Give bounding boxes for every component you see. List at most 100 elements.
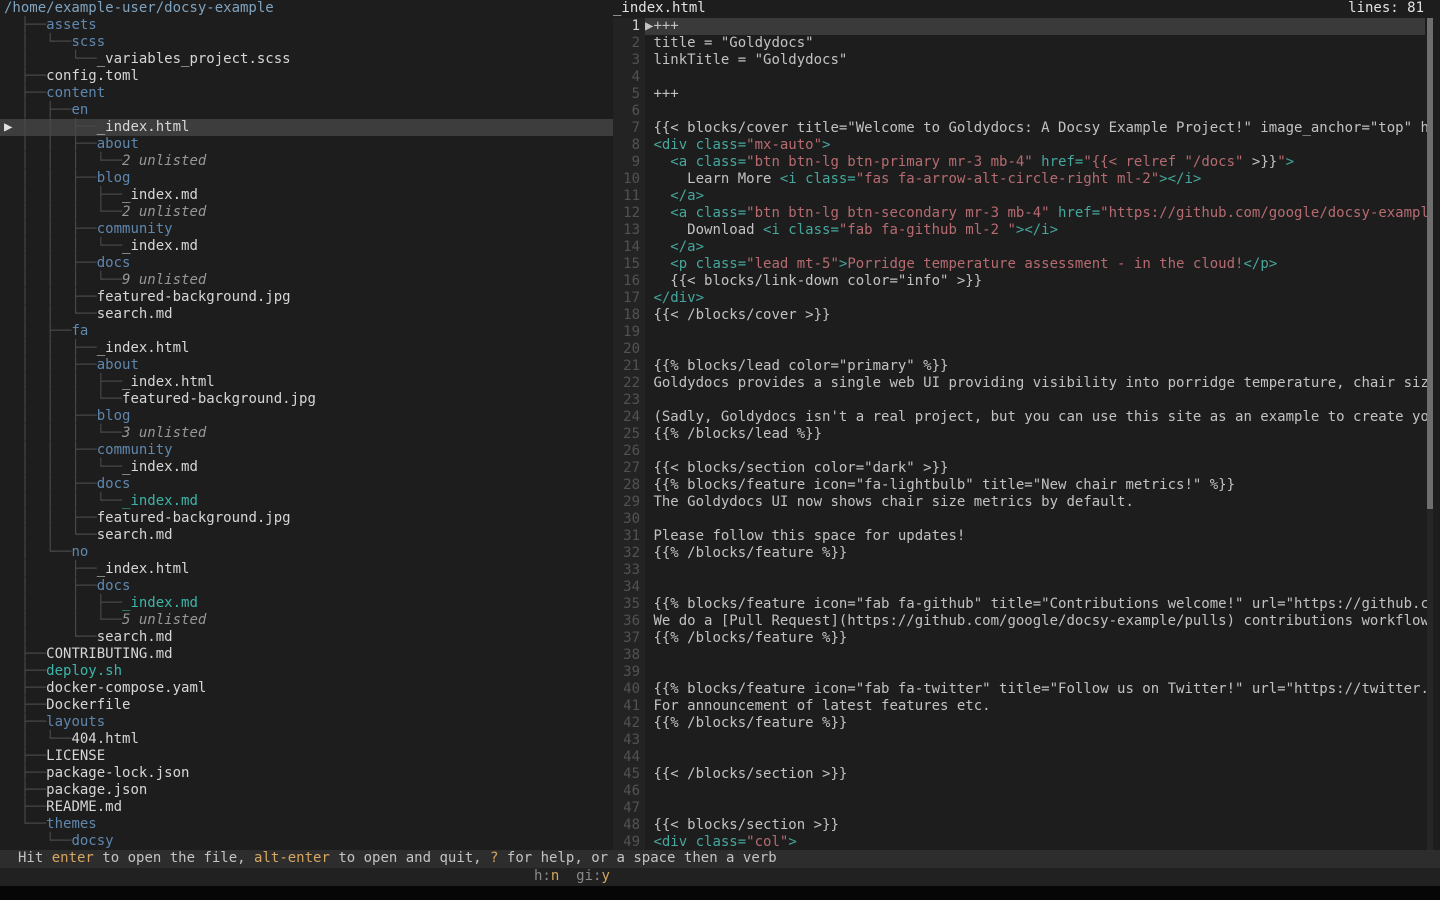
code-segment: {{< /blocks/cover >}} [653, 307, 830, 323]
tree-connector: │ ├── [12, 578, 96, 594]
tree-connector: ├── [12, 85, 46, 101]
tree-row-directory[interactable]: │ │ ├──blog [0, 408, 613, 425]
tree-row-file[interactable]: │ │ │ └──2 unlisted [0, 204, 613, 221]
line-number: 35 [613, 596, 645, 613]
code-line-text: </a> [645, 239, 1425, 256]
tree-row-directory[interactable]: │ ├──fa [0, 323, 613, 340]
tree-row-directory[interactable]: │ │ ├──about [0, 136, 613, 153]
tree-row-file[interactable]: │ │ ├──featured-background.jpg [0, 510, 613, 527]
code-segment: "fas fa-arrow-alt-circle-right ml-2" [856, 171, 1159, 187]
code-segment: {{% blocks/feature icon="fab fa-github" … [653, 596, 1427, 612]
preview-scrollbar[interactable] [1427, 18, 1433, 850]
code-line: 42 {{% /blocks/feature %}} [613, 715, 1427, 732]
tree-connector: │ │ │ ├── [12, 374, 122, 390]
tree-row-file[interactable]: ▶ │ │ ├──_index.html [0, 119, 613, 136]
code-segment: > [822, 137, 830, 153]
tree-row-file[interactable]: ├──config.toml [0, 68, 613, 85]
code-line-text: </a> [645, 188, 1425, 205]
code-line: 18 {{< /blocks/cover >}} [613, 307, 1427, 324]
tree-row-file[interactable]: │ │ │ ├──_index.html [0, 374, 613, 391]
tree-item-label: docs [97, 578, 131, 594]
tree-row-directory[interactable]: ├──assets [0, 17, 613, 34]
tree-row-file[interactable]: │ │ │ └──9 unlisted [0, 272, 613, 289]
tree-item-label: _index.md [122, 595, 198, 611]
code-line-text: <p class="lead mt-5">Porridge temperatur… [645, 256, 1425, 273]
code-line: 47 [613, 800, 1427, 817]
tree-row-directory[interactable]: │ ├──en [0, 102, 613, 119]
tree-row-file[interactable]: ├──deploy.sh [0, 663, 613, 680]
tree-row-directory[interactable]: ├──content [0, 85, 613, 102]
tree-connector: │ │ ├── [12, 442, 96, 458]
tree-connector: │ │ │ └── [12, 459, 122, 475]
code-line: 48 {{< blocks/section >}} [613, 817, 1427, 834]
tree-row-file[interactable]: │ │ │ ├──_index.md [0, 187, 613, 204]
line-number: 26 [613, 443, 645, 460]
tree-row-file[interactable]: │ └──404.html [0, 731, 613, 748]
tree-row-file[interactable]: │ │ ├──_index.md [0, 595, 613, 612]
line-number: 39 [613, 664, 645, 681]
tree-row-directory[interactable]: └──docsy [0, 833, 613, 850]
code-line-text [645, 579, 1425, 596]
tree-row-file[interactable]: ├──LICENSE [0, 748, 613, 765]
tree-row-file[interactable]: │ │ └──search.md [0, 527, 613, 544]
line-number: 34 [613, 579, 645, 596]
tree-row-directory[interactable]: │ │ ├──community [0, 221, 613, 238]
code-line-text [645, 783, 1425, 800]
code-line-text: {{% /blocks/feature %}} [645, 715, 1425, 732]
tree-row-file[interactable]: ├──README.md [0, 799, 613, 816]
tree-row-file[interactable]: │ │ ├──featured-background.jpg [0, 289, 613, 306]
code-line: 12 <a class="btn btn-lg btn-secondary mr… [613, 205, 1427, 222]
code-line: 38 [613, 647, 1427, 664]
tree-row-file[interactable]: │ └──search.md [0, 629, 613, 646]
tree-row-file[interactable]: │ │ └──search.md [0, 306, 613, 323]
tree-row-file[interactable]: │ │ │ └──3 unlisted [0, 425, 613, 442]
scrollbar-thumb[interactable] [1427, 18, 1433, 509]
tree-item-label: _index.html [97, 119, 190, 135]
code-segment: " [1277, 154, 1285, 170]
tree-row-directory[interactable]: │ └──scss [0, 34, 613, 51]
tree-row-file[interactable]: ├──CONTRIBUTING.md [0, 646, 613, 663]
code-line-text: {{% /blocks/feature %}} [645, 545, 1425, 562]
tree-row-file[interactable]: ├──package-lock.json [0, 765, 613, 782]
tree-item-label: content [46, 85, 105, 101]
code-line-text: {{% blocks/feature icon="fab fa-twitter"… [645, 681, 1427, 698]
command-input-bar[interactable]: :e h:n gi:y [0, 868, 1440, 886]
tree-item-label: community [97, 442, 173, 458]
line-number: 10 [613, 171, 645, 188]
tree-row-file[interactable]: │ │ │ └──_index.md [0, 238, 613, 255]
code-line: 44 [613, 749, 1427, 766]
tree-row-file[interactable]: │ │ ├──_index.html [0, 340, 613, 357]
tree-row-file[interactable]: │ │ │ └──2 unlisted [0, 153, 613, 170]
tree-row-file[interactable]: ├──package.json [0, 782, 613, 799]
tree-row-directory[interactable]: │ │ ├──community [0, 442, 613, 459]
tree-row-directory[interactable]: └──themes [0, 816, 613, 833]
tree-row-file[interactable]: │ │ │ └──featured-background.jpg [0, 391, 613, 408]
code-marker-spacer [645, 732, 653, 748]
tree-connector: │ │ │ └── [12, 204, 122, 220]
tree-row-directory[interactable]: │ │ ├──docs [0, 476, 613, 493]
code-marker-spacer [645, 664, 653, 680]
tree-row-directory[interactable]: │ │ ├──blog [0, 170, 613, 187]
tree-row-directory[interactable]: │ └──no [0, 544, 613, 561]
code-marker-spacer [645, 579, 653, 595]
code-segment: {{% blocks/feature icon="fa-lightbulb" t… [653, 477, 1235, 493]
tree-connector: │ └── [12, 731, 71, 747]
tree-row-file[interactable]: │ │ │ └──_index.md [0, 493, 613, 510]
tree-row-file[interactable]: │ ├──_index.html [0, 561, 613, 578]
line-number: 19 [613, 324, 645, 341]
code-line: 11 </a> [613, 188, 1427, 205]
tree-item-label: search.md [97, 306, 173, 322]
tree-row-directory[interactable]: │ ├──docs [0, 578, 613, 595]
tree-row-file[interactable]: ├──docker-compose.yaml [0, 680, 613, 697]
tree-row-file[interactable]: │ └──_variables_project.scss [0, 51, 613, 68]
tree-connector: │ │ ├── [12, 340, 96, 356]
tree-connector: │ │ │ └── [12, 391, 122, 407]
code-segment: {{< blocks/link-down color="info" >}} [653, 273, 982, 289]
tree-row-directory[interactable]: ├──layouts [0, 714, 613, 731]
tree-row-directory[interactable]: │ │ ├──docs [0, 255, 613, 272]
tree-row-directory[interactable]: │ │ ├──about [0, 357, 613, 374]
tree-row-file[interactable]: ├──Dockerfile [0, 697, 613, 714]
code-line: 13 Download <i class="fab fa-github ml-2… [613, 222, 1427, 239]
tree-row-file[interactable]: │ │ └──5 unlisted [0, 612, 613, 629]
tree-row-file[interactable]: │ │ │ └──_index.md [0, 459, 613, 476]
